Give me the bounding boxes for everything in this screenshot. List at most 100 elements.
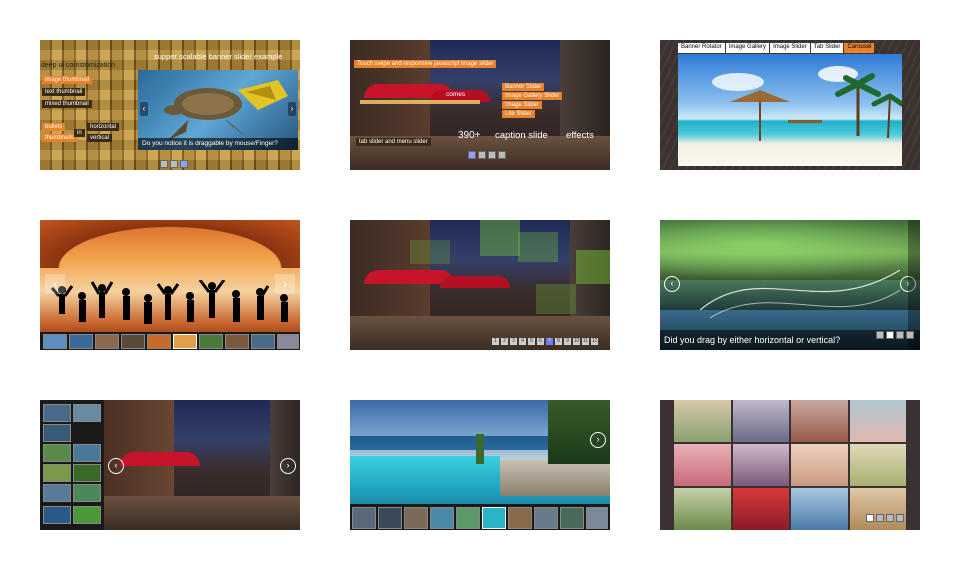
thumbnail[interactable]: [277, 334, 299, 349]
thumbnail[interactable]: [225, 334, 249, 349]
list-image-gallery-slider[interactable]: Image Gallery Slider: [502, 92, 563, 100]
portrait-tile[interactable]: [791, 444, 848, 486]
thumbnail[interactable]: [43, 444, 71, 462]
thumbnail[interactable]: [73, 404, 101, 422]
list-lite-slider[interactable]: Lite Slider: [502, 110, 535, 118]
prev-arrow-icon[interactable]: ‹: [108, 458, 124, 474]
thumbnail[interactable]: [95, 334, 119, 349]
thumbnail[interactable]: [378, 507, 402, 529]
portrait-tile[interactable]: [849, 400, 906, 442]
vertical-thumbnail-strip[interactable]: [40, 400, 104, 530]
next-arrow-icon[interactable]: ›: [288, 102, 296, 116]
page-number[interactable]: 9: [564, 338, 571, 345]
thumbnail[interactable]: [560, 507, 584, 529]
tab-strip[interactable]: Banner Rotator Image Gallery Image Slide…: [678, 43, 875, 53]
portrait-tile[interactable]: [674, 488, 731, 530]
thumbnail[interactable]: [43, 484, 71, 502]
image-thumbnail-button[interactable]: image thumbnail: [42, 76, 93, 84]
thumbnail[interactable]: [251, 334, 275, 349]
mixed-thumbnail-button[interactable]: mixed thumbnail: [42, 100, 92, 108]
page-number[interactable]: 1: [492, 338, 499, 345]
thumbnail-strip[interactable]: [40, 332, 300, 350]
slide-bullets[interactable]: [466, 146, 506, 164]
portrait-tile[interactable]: [732, 400, 789, 442]
next-arrow-icon[interactable]: ›: [275, 274, 295, 294]
slider-demo-caption-effects[interactable]: Touch swipe and responsive javascript im…: [350, 40, 610, 170]
slider-demo-silhouettes[interactable]: ‹ ›: [40, 220, 300, 350]
prev-arrow-icon[interactable]: ‹: [140, 102, 148, 116]
slider-demo-tabs[interactable]: Banner Rotator Image Gallery Image Slide…: [660, 40, 920, 170]
thumbnail[interactable]: [199, 334, 223, 349]
page-number[interactable]: 10: [573, 338, 580, 345]
thumbnails-button[interactable]: thumbnails: [42, 134, 78, 142]
portrait-tile[interactable]: [674, 444, 731, 486]
portrait-tile[interactable]: [849, 444, 906, 486]
sea-turtle-slide[interactable]: Do you notice it is draggable by mouse/F…: [138, 70, 298, 150]
portrait-tile[interactable]: [732, 444, 789, 486]
thumbnail[interactable]: [352, 507, 376, 529]
tab-carousel[interactable]: Carousel: [844, 43, 875, 53]
horizontal-button[interactable]: horizontal: [87, 123, 120, 131]
vertical-button[interactable]: vertical: [87, 134, 113, 142]
drag-direction-caption: Did you drag by either horizontal or ver…: [664, 335, 841, 345]
page-number[interactable]: 8: [555, 338, 562, 345]
prev-arrow-icon[interactable]: ‹: [664, 276, 680, 292]
page-number[interactable]: 3: [510, 338, 517, 345]
slide-bullets[interactable]: [158, 155, 188, 170]
page-number[interactable]: 11: [582, 338, 589, 345]
slider-demo-portrait-grid[interactable]: [660, 400, 920, 530]
slider-demo-drag-direction[interactable]: ‹ › Did you drag by either horizontal or…: [660, 220, 920, 350]
thumbnail[interactable]: [508, 507, 532, 529]
slider-demo-pool-thumbnails[interactable]: ›: [350, 400, 610, 530]
slider-demo-ui-customization[interactable]: deep ui cornstomization supper scalable …: [40, 40, 300, 170]
thumbnail[interactable]: [456, 507, 480, 529]
page-number[interactable]: 5: [528, 338, 535, 345]
thumbnail[interactable]: [534, 507, 558, 529]
slide-bullets[interactable]: [874, 326, 914, 344]
thumbnail[interactable]: [73, 506, 101, 524]
thumbnail[interactable]: [43, 404, 71, 422]
tab-tab-slider[interactable]: Tab Slider: [810, 43, 844, 53]
thumbnail[interactable]: [43, 464, 71, 482]
effects-text: effects: [566, 130, 594, 141]
comes-label: comes: [446, 91, 466, 98]
prev-arrow-icon[interactable]: ‹: [45, 274, 65, 294]
portrait-tile[interactable]: [791, 488, 848, 530]
page-numbers[interactable]: 1 2 3 4 5 6 7 8 9 10 11 12: [492, 338, 598, 345]
tab-image-slider[interactable]: Image Slider: [770, 43, 810, 53]
thumbnail[interactable]: [43, 506, 71, 524]
list-image-slider[interactable]: Image Slider: [502, 101, 542, 109]
thumbnail[interactable]: [43, 334, 67, 349]
page-number[interactable]: 6: [537, 338, 544, 345]
slider-demo-block-transition[interactable]: 1 2 3 4 5 6 7 8 9 10 11 12: [350, 220, 610, 350]
page-number[interactable]: 4: [519, 338, 526, 345]
next-arrow-icon[interactable]: ›: [280, 458, 296, 474]
thumbnail[interactable]: [43, 424, 71, 442]
thumbnail-active[interactable]: [482, 507, 506, 529]
bullets-button[interactable]: bullets: [42, 123, 66, 131]
thumbnail[interactable]: [404, 507, 428, 529]
portrait-tile[interactable]: [732, 488, 789, 530]
thumbnail[interactable]: [147, 334, 171, 349]
list-banner-slider[interactable]: Banner Slider: [502, 83, 545, 91]
slide-bullets[interactable]: [864, 509, 904, 527]
page-number[interactable]: 2: [501, 338, 508, 345]
thumbnail[interactable]: [73, 484, 101, 502]
thumbnail-active[interactable]: [173, 334, 197, 349]
thumbnail[interactable]: [121, 334, 145, 349]
next-arrow-icon[interactable]: ›: [590, 432, 606, 448]
page-number[interactable]: 12: [591, 338, 598, 345]
thumbnail[interactable]: [73, 444, 101, 462]
portrait-tile[interactable]: [674, 400, 731, 442]
portrait-tile[interactable]: [791, 400, 848, 442]
slider-demo-vertical-thumbnails[interactable]: ‹ ›: [40, 400, 300, 530]
thumbnail[interactable]: [69, 334, 93, 349]
thumbnail-strip[interactable]: [350, 504, 610, 530]
tab-image-gallery[interactable]: Image Gallery: [725, 43, 770, 53]
text-thumbnail-button[interactable]: text thumbnail: [42, 88, 86, 96]
thumbnail[interactable]: [430, 507, 454, 529]
thumbnail[interactable]: [73, 464, 101, 482]
thumbnail[interactable]: [586, 507, 608, 529]
page-number-active[interactable]: 7: [546, 338, 553, 345]
tab-banner-rotator[interactable]: Banner Rotator: [678, 43, 725, 53]
